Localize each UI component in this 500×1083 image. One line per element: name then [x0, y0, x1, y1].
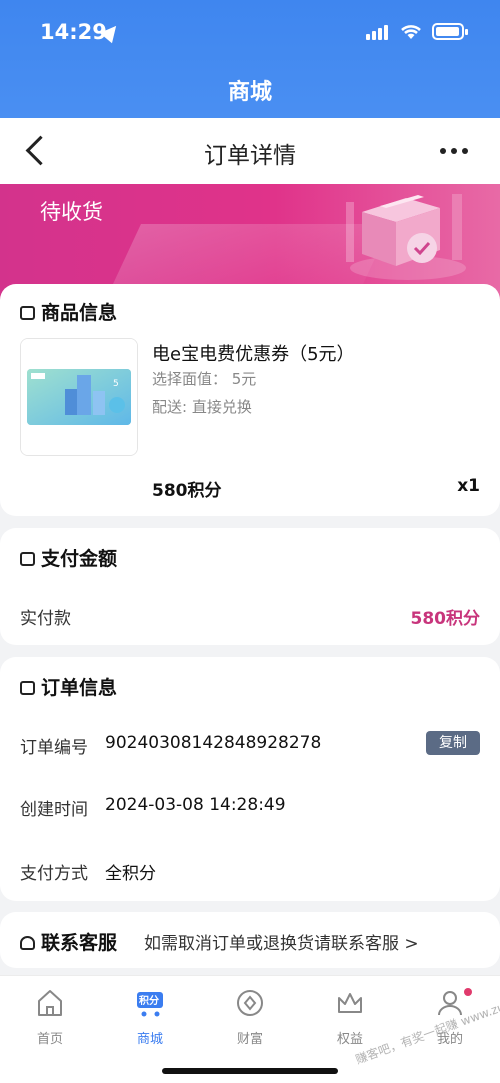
- page-title: 订单详情: [204, 143, 296, 169]
- clipboard-icon: [20, 681, 35, 695]
- tab-mall-label: 商城: [136, 1032, 163, 1047]
- service-section-title: 联系客服: [20, 928, 117, 955]
- wallet-icon: [20, 552, 35, 566]
- notification-badge: [464, 988, 472, 996]
- points-cart-icon: 积分: [137, 992, 163, 1017]
- copy-order-number-button[interactable]: 复制: [426, 731, 480, 755]
- product-name[interactable]: 电e宝电费优惠券（5元）: [152, 340, 355, 366]
- svg-text:5: 5: [113, 379, 119, 389]
- battery-icon: [432, 23, 468, 40]
- order-status: 待收货: [40, 200, 103, 224]
- nav-bar: 订单详情: [0, 118, 500, 184]
- product-section-title: 商品信息: [20, 298, 117, 325]
- bag-icon: [20, 306, 35, 320]
- product-face-value: 选择面值： 5元: [152, 370, 257, 388]
- tab-home[interactable]: 首页: [0, 986, 100, 1047]
- product-delivery: 配送: 直接兑换: [152, 398, 252, 416]
- package-illustration-icon: [346, 194, 466, 280]
- app-title: 商城: [227, 80, 272, 105]
- order-number-label: 订单编号: [20, 738, 88, 758]
- payment-method-label: 支付方式: [20, 864, 88, 884]
- wifi-icon: [399, 22, 423, 45]
- product-info-card: 商品信息 5 电e宝电费优惠券（5元） 选择面值： 5元 配送: 直接兑换 58…: [0, 284, 500, 516]
- product-price: 580积分: [152, 481, 222, 501]
- payment-section-title: 支付金额: [20, 544, 117, 571]
- svg-text:积分: 积分: [139, 994, 159, 1007]
- wealth-icon: [237, 990, 263, 1016]
- amount-paid-value: 580积分: [410, 609, 481, 629]
- home-icon: [38, 990, 62, 1016]
- contact-service-link[interactable]: 如需取消订单或退换货请联系客服 >: [144, 929, 419, 954]
- created-time-label: 创建时间: [20, 800, 88, 820]
- more-options-icon[interactable]: [440, 148, 468, 154]
- payment-method-value: 全积分: [105, 864, 156, 884]
- top-bar: 14:29 商城: [0, 0, 500, 118]
- status-bar: 14:29: [0, 18, 500, 48]
- order-section-title: 订单信息: [20, 673, 117, 700]
- tab-wealth-label: 财富: [236, 1032, 263, 1047]
- order-number-value: 90240308142848928278: [105, 733, 322, 753]
- tab-benefits[interactable]: 权益: [300, 986, 400, 1047]
- customer-service-card[interactable]: 联系客服 如需取消订单或退换货请联系客服 >: [0, 912, 500, 968]
- payment-card: 支付金额 实付款 580积分: [0, 528, 500, 645]
- cellular-signal-icon: [366, 24, 388, 40]
- created-time-value: 2024-03-08 14:28:49: [105, 795, 286, 815]
- product-thumbnail[interactable]: 5: [20, 338, 138, 456]
- order-info-card: 订单信息 订单编号 90240308142848928278 复制 创建时间 2…: [0, 657, 500, 901]
- crown-icon: [338, 993, 362, 1013]
- home-indicator[interactable]: [162, 1068, 338, 1074]
- tab-home-label: 首页: [36, 1032, 63, 1047]
- status-time: 14:29: [40, 20, 107, 44]
- amount-paid-label: 实付款: [20, 609, 71, 629]
- tab-mall[interactable]: 积分 商城: [100, 986, 200, 1047]
- product-quantity: x1: [457, 476, 480, 496]
- tab-wealth[interactable]: 财富: [200, 986, 300, 1047]
- headset-icon: [20, 936, 35, 950]
